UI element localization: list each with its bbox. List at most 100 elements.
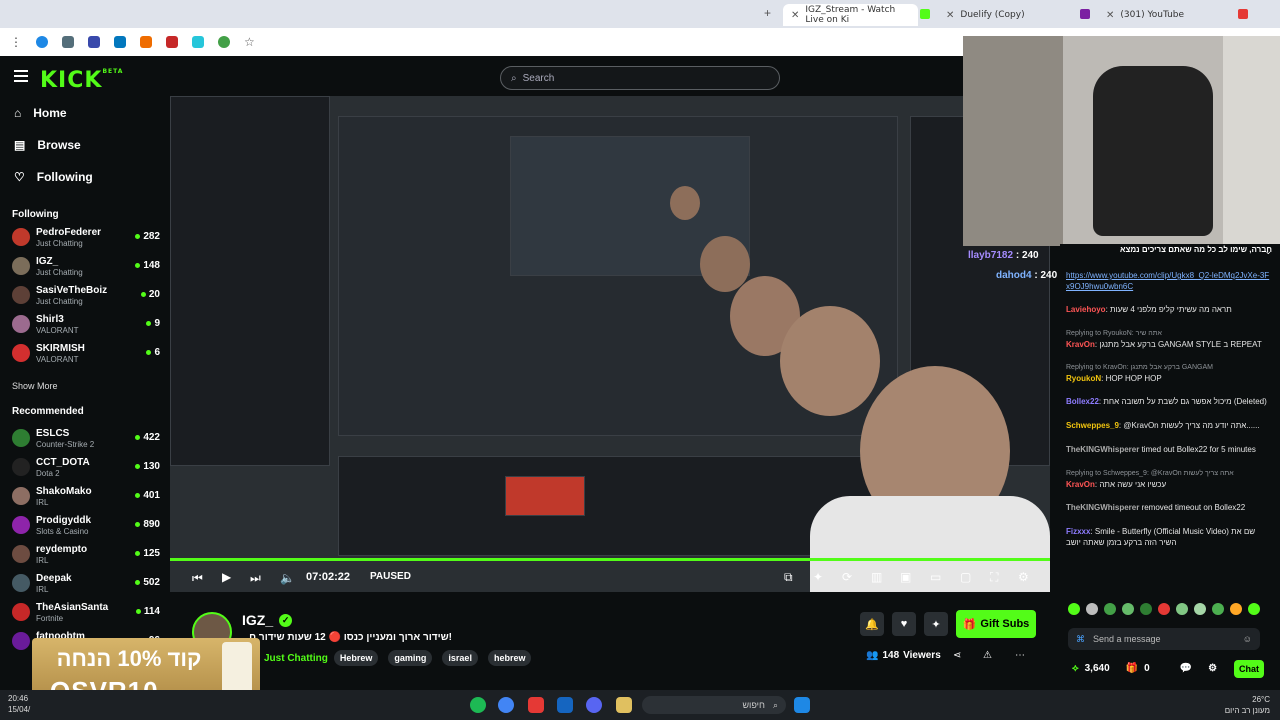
sidebar-channel[interactable]: ShakoMako IRL 401 xyxy=(10,483,162,511)
tab-igz-stream[interactable]: ✕ IGZ_Stream - Watch Live on Ki xyxy=(783,4,918,26)
clip-icon[interactable]: ⧉ xyxy=(784,570,793,585)
emote-icon[interactable] xyxy=(1140,603,1152,615)
chat-username[interactable]: RyoukoN xyxy=(1066,374,1101,383)
chat-username[interactable]: Bollex22 xyxy=(1066,397,1099,406)
report-icon[interactable]: ⚠ xyxy=(983,650,992,661)
chat-bubble-icon[interactable]: 💬 xyxy=(1180,663,1192,674)
sidebar-channel[interactable]: Prodigyddk Slots & Casino 890 xyxy=(10,512,162,540)
chat-username[interactable]: Laviehoyo xyxy=(1066,305,1106,314)
sidebar-channel[interactable]: TheAsianSanta Fortnite 114 xyxy=(10,599,162,627)
sidebar-channel[interactable]: CCT_DOTA Dota 2 130 xyxy=(10,454,162,482)
kick-logo[interactable]: KICKBETA xyxy=(40,68,123,93)
close-tab-icon[interactable]: ✕ xyxy=(791,10,799,21)
sync-icon[interactable]: ⟳ xyxy=(842,570,852,584)
sidebar-channel[interactable]: Deepak IRL 502 xyxy=(10,570,162,598)
chat-username[interactable]: Schweppes_9 xyxy=(1066,421,1119,430)
tab-duelify[interactable]: ✕ Duelify (Copy) xyxy=(938,4,1073,26)
clock[interactable]: 20:46 15/04/ xyxy=(8,693,30,715)
emote-icon[interactable] xyxy=(1104,603,1116,615)
bell-icon[interactable]: 🔔 xyxy=(860,612,884,636)
spotify-icon[interactable] xyxy=(470,697,486,713)
chat-username[interactable]: KravOn xyxy=(1066,340,1095,349)
emote-icon[interactable] xyxy=(1212,603,1224,615)
extension-icon[interactable] xyxy=(36,36,48,48)
app-icon[interactable] xyxy=(528,697,544,713)
tag-pill[interactable]: hebrew xyxy=(487,650,532,666)
emote-icon[interactable] xyxy=(1230,603,1242,615)
gift-icon[interactable]: 🎁 xyxy=(1126,663,1138,674)
emote-icon[interactable] xyxy=(1086,603,1098,615)
forward-icon[interactable]: ⏭ xyxy=(250,571,261,586)
streamer-name[interactable]: IGZ_ xyxy=(242,612,273,628)
bookmark-star-icon[interactable]: ☆ xyxy=(244,35,255,49)
hamburger-menu-icon[interactable] xyxy=(14,70,28,82)
chat-settings-icon[interactable]: ⚙ xyxy=(1208,663,1217,674)
nav-home[interactable]: ⌂ Home xyxy=(14,106,67,120)
sidebar-channel[interactable]: IGZ_ Just Chatting 148 xyxy=(10,253,162,281)
tab-youtube[interactable]: ✕ (301) YouTube xyxy=(1098,4,1233,26)
show-more-link[interactable]: Show More xyxy=(12,381,58,391)
gift-subs-button[interactable]: 🎁 Gift Subs xyxy=(956,610,1036,638)
sparkle-icon[interactable]: ✦ xyxy=(924,612,948,636)
chat-username[interactable]: TheKINGWhisperer xyxy=(1066,445,1139,454)
extension-icon[interactable] xyxy=(62,36,74,48)
volume-icon[interactable]: 🔈 xyxy=(280,571,295,585)
sidebar-channel[interactable]: SasiVeTheBoiz Just Chatting 20 xyxy=(10,282,162,310)
settings-gear-icon[interactable]: ⚙ xyxy=(1018,570,1029,584)
stats-icon[interactable]: ▥ xyxy=(871,570,882,584)
emoji-icon[interactable]: ☺ xyxy=(1243,634,1252,644)
more-icon[interactable]: ⋯ xyxy=(1015,650,1025,661)
emote-icon[interactable] xyxy=(1176,603,1188,615)
nav-browse[interactable]: ▤ Browse xyxy=(14,138,81,152)
sidebar-channel[interactable]: SKIRMISH VALORANT 6 xyxy=(10,340,162,368)
extension-icon[interactable] xyxy=(88,36,100,48)
extension-icon[interactable] xyxy=(218,36,230,48)
search-input[interactable]: ⌕ Search xyxy=(500,66,780,90)
emote-icon[interactable] xyxy=(1122,603,1134,615)
close-tab-icon[interactable]: ✕ xyxy=(1106,10,1114,21)
windows-start-icon[interactable] xyxy=(794,697,810,713)
chat-username[interactable]: TheKINGWhisperer xyxy=(1066,503,1139,512)
sidebar-channel[interactable]: Shirl3 VALORANT 9 xyxy=(10,311,162,339)
sidebar-channel[interactable]: ESLCS Counter-Strike 2 422 xyxy=(10,425,162,453)
extension-icon[interactable] xyxy=(114,36,126,48)
cast-icon[interactable]: ▢ xyxy=(960,570,971,584)
command-icon[interactable]: ⌘ xyxy=(1076,634,1085,645)
taskbar-search[interactable]: חיפוש ⌕ xyxy=(642,696,786,714)
sidebar-channel[interactable]: reydempto IRL 125 xyxy=(10,541,162,569)
chat-username[interactable]: Fizxxx xyxy=(1066,527,1090,536)
theater-icon[interactable]: ▭ xyxy=(930,570,941,584)
points-icon[interactable]: ⟡ xyxy=(1072,663,1079,674)
share-icon[interactable]: ⋖ xyxy=(953,650,961,661)
extension-icon[interactable] xyxy=(192,36,204,48)
chrome-icon[interactable] xyxy=(498,697,514,713)
extension-icon[interactable] xyxy=(166,36,178,48)
emote-icon[interactable] xyxy=(1194,603,1206,615)
emote-icon[interactable] xyxy=(1248,603,1260,615)
emote-icon[interactable] xyxy=(1158,603,1170,615)
tag-pill[interactable]: gaming xyxy=(388,650,433,666)
close-tab-icon[interactable]: ✕ xyxy=(946,10,954,21)
new-tab-icon[interactable]: + xyxy=(764,6,771,20)
extension-icon[interactable] xyxy=(140,36,152,48)
play-icon[interactable]: ▶ xyxy=(222,570,231,584)
chat-link[interactable]: https://www.youtube.com/clip/Ugkx8_Q2-le… xyxy=(1066,270,1272,292)
tag-pill[interactable]: Hebrew xyxy=(333,650,379,666)
fullscreen-icon[interactable]: ⛶ xyxy=(990,570,998,585)
steam-icon[interactable] xyxy=(557,697,573,713)
follow-heart-icon[interactable]: ♥ xyxy=(892,612,916,636)
video-player[interactable] xyxy=(170,96,1050,592)
pip-icon[interactable]: ▣ xyxy=(900,570,911,584)
chat-send-button[interactable]: Chat xyxy=(1234,660,1264,678)
sidebar-channel[interactable]: PedroFederer Just Chatting 282 xyxy=(10,224,162,252)
weather-widget[interactable]: 26°C מעונן רב היום xyxy=(1200,694,1270,716)
emote-icon[interactable] xyxy=(1068,603,1080,615)
file-explorer-icon[interactable] xyxy=(616,697,632,713)
category-link[interactable]: Just Chatting xyxy=(264,653,328,664)
rewind-icon[interactable]: ⏮ xyxy=(192,571,203,586)
tag-pill[interactable]: israel xyxy=(442,650,478,666)
video-progress-bar[interactable] xyxy=(170,558,1050,561)
discord-icon[interactable] xyxy=(586,697,602,713)
chevron-down-icon[interactable]: ⌄ xyxy=(1264,246,1272,257)
sparkle-icon[interactable]: ✦ xyxy=(813,570,823,584)
